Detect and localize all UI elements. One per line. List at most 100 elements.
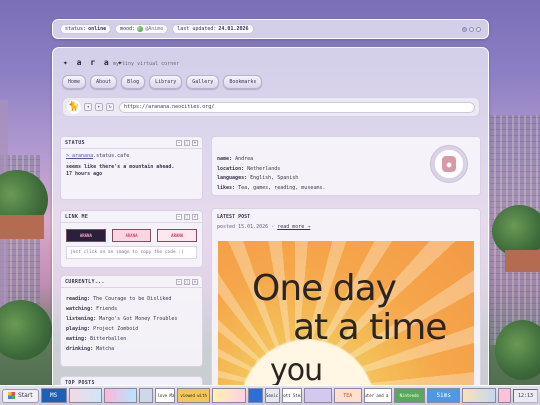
pot xyxy=(505,250,540,272)
latest-post-meta: posted 15.01.2026 - read more → xyxy=(217,224,475,231)
minimize-icon[interactable]: – xyxy=(176,213,182,220)
read-more-link[interactable]: read more → xyxy=(277,224,310,230)
window-dots xyxy=(462,26,481,32)
main-window: ✦ a r a ✦ my tiny virtual corner Home Ab… xyxy=(52,47,489,393)
panel-header: CURRENTLY... – □ × xyxy=(61,276,202,288)
profile-value: English, Spanish xyxy=(250,175,299,181)
panel-header: LINK ME – □ × xyxy=(61,211,202,223)
taskbar-badge[interactable]: Scott Steam xyxy=(281,388,302,403)
start-button[interactable]: Start xyxy=(2,388,39,403)
taskbar-badge[interactable]: a computer and a monkey xyxy=(363,388,392,403)
close-icon[interactable]: × xyxy=(192,139,198,146)
back-button[interactable]: ◂ xyxy=(84,103,92,111)
currently-row: watching: Friends xyxy=(66,304,197,314)
nav-library[interactable]: Library xyxy=(149,75,183,89)
taskbar-badge[interactable]: I love Mac xyxy=(154,388,175,403)
latest-post-date: posted 15.01.2026 - xyxy=(217,224,275,230)
nav-blog[interactable]: Blog xyxy=(121,75,146,89)
taskbar-badge[interactable]: TEA xyxy=(333,388,362,403)
taskbar-badge[interactable] xyxy=(139,388,153,403)
taskbar-badge[interactable]: MS xyxy=(40,388,67,403)
minimize-icon[interactable]: – xyxy=(176,278,182,285)
currently-label: eating: xyxy=(66,336,88,342)
taskbar-badge[interactable] xyxy=(104,388,138,403)
taskbar-badge[interactable]: Best viewed with Eyes xyxy=(176,388,211,403)
status-handle-row: > aranana.status.cafe xyxy=(66,153,197,160)
plant xyxy=(495,320,540,380)
forward-button[interactable]: ▸ xyxy=(95,103,103,111)
currently-row: eating: Bitterballen xyxy=(66,334,197,344)
button-list: ARANA ARANA ARANA xyxy=(66,229,198,242)
status-bar: status: online mood: @Anime last updated… xyxy=(52,19,489,39)
start-label: Start xyxy=(18,392,33,399)
nav-home[interactable]: Home xyxy=(62,75,87,89)
currently-value: The Courage to be Disliked xyxy=(93,296,172,302)
taskbar-badge[interactable] xyxy=(68,388,103,403)
panel-header: STATUS – □ × xyxy=(61,137,202,149)
linkme-panel: LINK ME – □ × ARANA ARANA ARANA just cli… xyxy=(60,210,203,268)
currently-row: drinking: Matcha xyxy=(66,344,197,354)
close-icon[interactable]: × xyxy=(192,213,198,220)
nav-bookmarks[interactable]: Bookmarks xyxy=(223,75,263,89)
status-label: status: xyxy=(65,26,87,32)
latest-post-title: LATEST POST xyxy=(217,214,251,220)
pot xyxy=(0,215,44,239)
taskbar-badge[interactable] xyxy=(212,388,246,403)
profile-label: likes: xyxy=(217,184,236,191)
taskbar-clock: 12:13 xyxy=(512,388,538,403)
mood-icon xyxy=(137,26,144,32)
taskbar-badge[interactable] xyxy=(304,388,332,403)
nav-about[interactable]: About xyxy=(90,75,118,89)
taskbar-badge[interactable] xyxy=(497,388,511,403)
currently-row: playing: Project Zomboid xyxy=(66,324,197,334)
currently-value: Friends xyxy=(96,306,118,312)
window-dot-icon[interactable] xyxy=(476,26,481,32)
post-image-text: you xyxy=(270,353,323,388)
url-field[interactable]: https://aranana.neocities.org/ xyxy=(119,101,475,113)
post-image-text: at a time xyxy=(293,307,447,348)
post-image-text: One day xyxy=(252,268,397,309)
post-image[interactable]: One day at a time you xyxy=(218,241,474,391)
currently-label: playing: xyxy=(66,326,91,332)
maximize-icon[interactable]: □ xyxy=(184,139,190,146)
site-tagline: my tiny virtual corner xyxy=(113,61,180,67)
status-pill: status: online xyxy=(60,24,112,34)
link-button[interactable]: ARANA xyxy=(157,229,198,242)
refresh-button[interactable]: ↻ xyxy=(106,103,114,111)
nav-bar: Home About Blog Library Gallery Bookmark… xyxy=(62,75,263,89)
taskbar-badge[interactable] xyxy=(247,388,263,403)
profile-row: likes: Tea, games, reading, museums. xyxy=(217,184,475,194)
profile-panel: name: Andrea location: Netherlands langu… xyxy=(211,136,481,196)
window-dot-icon[interactable] xyxy=(462,26,467,32)
avatar: ● xyxy=(430,145,468,183)
taskbar-badge[interactable]: Sonic xyxy=(264,388,280,403)
status-body: > aranana.status.cafe ... seems like the… xyxy=(61,149,202,182)
updated-pill: last updated: 24.01.2026 xyxy=(172,24,254,34)
status-message: seems like there's a mountain ahead. xyxy=(66,164,175,170)
plant xyxy=(0,300,52,360)
latest-post-panel: LATEST POST posted 15.01.2026 - read mor… xyxy=(211,208,481,393)
linkme-body: ARANA ARANA ARANA just click on an image… xyxy=(61,223,202,263)
maximize-icon[interactable]: □ xyxy=(184,278,190,285)
profile-value: Tea, games, reading, museums. xyxy=(238,184,326,191)
taskbar-badge[interactable] xyxy=(462,388,496,403)
currently-value: Bitterballen xyxy=(90,336,127,342)
maximize-icon[interactable]: □ xyxy=(184,213,190,220)
nav-gallery[interactable]: Gallery xyxy=(186,75,220,89)
cat-icon: ● xyxy=(442,156,456,172)
taskbar-badge[interactable]: Sims xyxy=(427,388,461,403)
profile-value: Netherlands xyxy=(247,165,281,172)
mood-pill: mood: @Anime xyxy=(115,24,169,34)
minimize-icon[interactable]: – xyxy=(176,139,182,146)
mood-label: mood: xyxy=(120,26,136,32)
currently-label: listening: xyxy=(66,316,97,322)
link-button[interactable]: ARANA xyxy=(111,229,152,242)
currently-value: Margo's Got Money Troubles xyxy=(99,316,178,322)
status-panel: STATUS – □ × > aranana.status.cafe ... s… xyxy=(60,136,203,200)
link-button[interactable]: ARANA xyxy=(66,229,106,242)
taskbar-badge[interactable]: Nintendo xyxy=(393,388,426,403)
close-icon[interactable]: × xyxy=(192,278,198,285)
updated-label: last updated: xyxy=(177,26,217,32)
window-dot-icon[interactable] xyxy=(469,26,474,32)
currently-label: watching: xyxy=(66,306,94,312)
